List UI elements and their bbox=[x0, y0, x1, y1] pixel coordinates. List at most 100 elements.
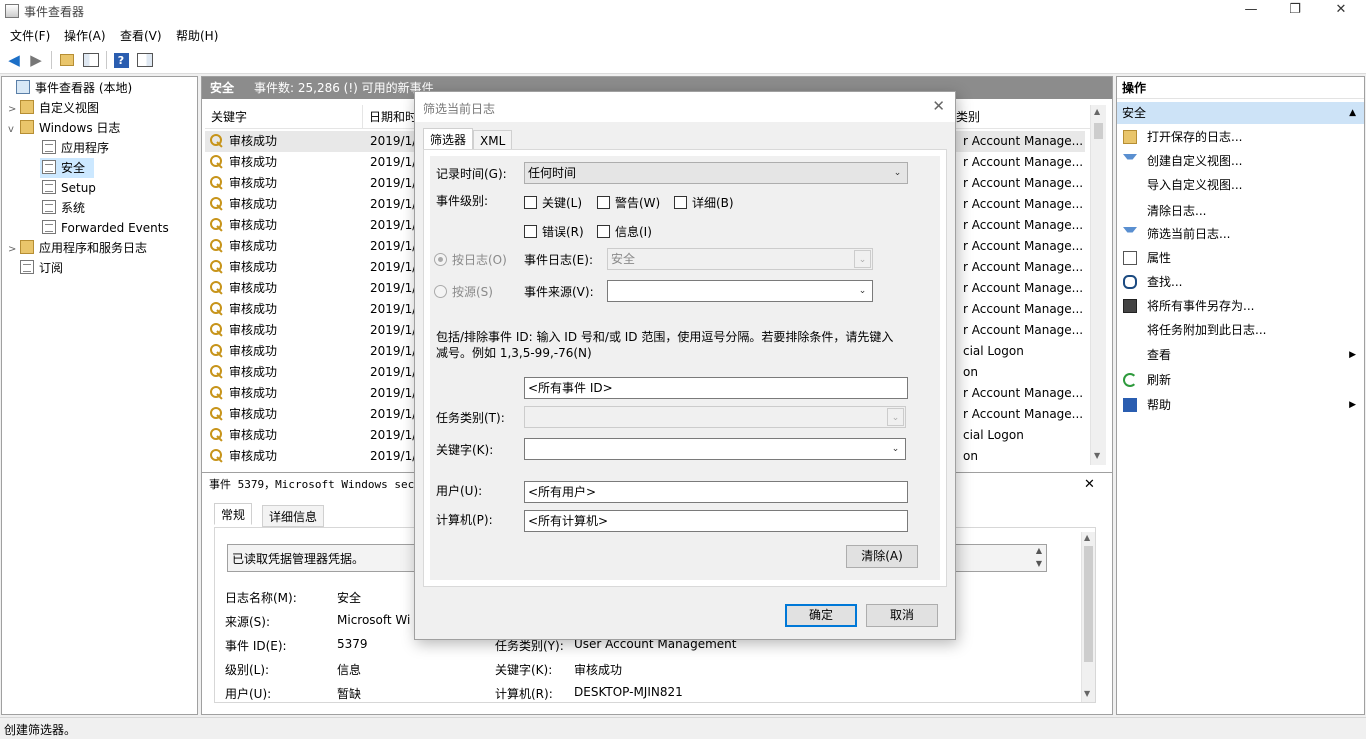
level-warning-checkbox[interactable] bbox=[597, 196, 610, 209]
action-item[interactable]: 帮助 ▶ bbox=[1117, 393, 1364, 417]
show-hide-action-pane-icon[interactable] bbox=[135, 50, 155, 70]
by-log-radio[interactable] bbox=[434, 253, 447, 266]
tree-item-security[interactable]: 安全 bbox=[40, 158, 94, 178]
tree-item-custom-views[interactable]: > 自定义视图 bbox=[8, 98, 99, 118]
chevron-down-icon[interactable]: ⌄ bbox=[887, 440, 904, 458]
action-item[interactable]: 刷新 bbox=[1117, 368, 1364, 392]
scroll-down-arrow-icon[interactable]: ▼ bbox=[1094, 451, 1100, 460]
chevron-down-icon[interactable]: ⌄ bbox=[854, 250, 871, 268]
status-text: 创建筛选器。 bbox=[4, 723, 77, 737]
level-verbose-checkbox[interactable] bbox=[674, 196, 687, 209]
by-source-radio[interactable] bbox=[434, 285, 447, 298]
action-item[interactable]: 查找... bbox=[1117, 270, 1364, 294]
clear-button[interactable]: 清除(A) bbox=[846, 545, 918, 568]
menu-help[interactable]: 帮助(H) bbox=[176, 27, 218, 44]
action-item[interactable]: 打开保存的日志... bbox=[1117, 125, 1364, 149]
action-item[interactable]: 属性 bbox=[1117, 246, 1364, 270]
computer-input[interactable]: <所有计算机> bbox=[524, 510, 908, 532]
close-details-icon[interactable]: ✕ bbox=[1084, 473, 1095, 497]
tree-item-forwarded-events[interactable]: Forwarded Events bbox=[30, 218, 169, 238]
event-ids-input[interactable]: <所有事件 ID> bbox=[524, 377, 908, 399]
chevron-down-icon[interactable]: ⌄ bbox=[889, 164, 906, 182]
tab-general[interactable]: 常规 bbox=[214, 503, 253, 525]
action-item[interactable]: 查看 ▶ bbox=[1117, 343, 1364, 367]
scrollbar-thumb[interactable] bbox=[1084, 546, 1093, 662]
level-label: 级别(L): bbox=[225, 663, 270, 677]
tree-item-setup[interactable]: Setup bbox=[30, 178, 96, 198]
cancel-button[interactable]: 取消 bbox=[866, 604, 938, 627]
log-icon bbox=[42, 200, 56, 214]
forward-icon[interactable]: ▶ bbox=[26, 50, 46, 70]
chevron-right-icon[interactable]: > bbox=[8, 240, 20, 260]
row-date: 2019/1/ bbox=[370, 239, 417, 253]
key-icon bbox=[210, 344, 224, 358]
details-scrollbar[interactable]: ▲ ▼ bbox=[1081, 532, 1095, 702]
tree-item-root[interactable]: 事件查看器 (本地) bbox=[4, 78, 132, 98]
action-item[interactable]: 将所有事件另存为... bbox=[1117, 294, 1364, 318]
help-icon[interactable]: ? bbox=[111, 50, 131, 70]
event-logs-select[interactable]: 安全 ⌄ bbox=[607, 248, 873, 270]
restore-button[interactable]: ❐ bbox=[1272, 0, 1318, 22]
row-category: r Account Manage... bbox=[963, 302, 1084, 316]
events-scrollbar[interactable]: ▲ ▼ bbox=[1090, 105, 1106, 465]
scroll-down-arrow-icon[interactable]: ▼ bbox=[1084, 689, 1090, 698]
scroll-up-arrow-icon[interactable]: ▲ bbox=[1084, 533, 1090, 542]
level-error-checkbox[interactable] bbox=[524, 225, 537, 238]
column-keyword[interactable]: 关键字 bbox=[205, 105, 363, 129]
collapse-arrow-icon[interactable]: ▲ bbox=[1349, 102, 1356, 124]
logged-select[interactable]: 任何时间 ⌄ bbox=[524, 162, 908, 184]
by-log-label: 按日志(O) bbox=[452, 253, 507, 267]
chevron-right-icon[interactable]: > bbox=[8, 100, 20, 120]
level-critical-checkbox[interactable] bbox=[524, 196, 537, 209]
scroll-up-arrow-icon[interactable]: ▲ bbox=[1094, 107, 1100, 116]
chevron-down-icon[interactable]: ⌄ bbox=[854, 282, 871, 300]
actions-section-security[interactable]: 安全 ▲ bbox=[1117, 102, 1364, 124]
action-item[interactable]: 导入自定义视图... bbox=[1117, 173, 1364, 197]
tree-item-application[interactable]: 应用程序 bbox=[30, 138, 109, 158]
action-item[interactable]: 将任务附加到此日志... bbox=[1117, 318, 1364, 342]
level-error-label: 错误(R) bbox=[542, 225, 584, 239]
dialog-close-icon[interactable]: ✕ bbox=[932, 97, 945, 115]
row-keyword: 审核成功 bbox=[229, 239, 278, 253]
action-label: 查看 bbox=[1147, 348, 1172, 362]
message-scroll-up-icon[interactable]: ▲ bbox=[1036, 546, 1042, 555]
tree-item-system[interactable]: 系统 bbox=[30, 198, 85, 218]
tree-item-subscriptions[interactable]: 订阅 bbox=[8, 258, 63, 278]
event-sources-select[interactable]: ⌄ bbox=[607, 280, 873, 302]
up-folder-icon[interactable] bbox=[57, 50, 77, 70]
action-item[interactable]: 筛选当前日志... bbox=[1117, 222, 1364, 246]
user-input[interactable]: <所有用户> bbox=[524, 481, 908, 503]
show-hide-tree-icon[interactable] bbox=[81, 50, 101, 70]
minimize-button[interactable]: — bbox=[1228, 0, 1274, 22]
help-icon bbox=[1123, 398, 1137, 412]
row-keyword: 审核成功 bbox=[229, 197, 278, 211]
action-label: 属性 bbox=[1147, 251, 1172, 265]
close-button[interactable]: ✕ bbox=[1318, 0, 1364, 22]
tab-details[interactable]: 详细信息 bbox=[262, 505, 325, 527]
menu-action[interactable]: 操作(A) bbox=[64, 27, 106, 44]
menu-view[interactable]: 查看(V) bbox=[120, 27, 162, 44]
tree-item-app-service-logs[interactable]: > 应用程序和服务日志 bbox=[8, 238, 147, 258]
column-category[interactable]: 类别 bbox=[950, 105, 1090, 129]
action-label: 帮助 bbox=[1147, 398, 1172, 412]
row-keyword: 审核成功 bbox=[229, 365, 278, 379]
chevron-down-icon[interactable]: ⌄ bbox=[887, 408, 904, 426]
action-item[interactable]: 清除日志... bbox=[1117, 199, 1364, 223]
task-category-select[interactable]: ⌄ bbox=[524, 406, 906, 428]
chevron-down-icon[interactable]: v bbox=[8, 120, 20, 140]
ok-button[interactable]: 确定 bbox=[785, 604, 857, 627]
row-category: r Account Manage... bbox=[963, 260, 1084, 274]
key-icon bbox=[210, 302, 224, 316]
tab-xml[interactable]: XML bbox=[473, 130, 513, 150]
row-keyword: 审核成功 bbox=[229, 386, 278, 400]
scrollbar-thumb[interactable] bbox=[1094, 123, 1103, 139]
tab-filter[interactable]: 筛选器 bbox=[423, 128, 474, 150]
message-scroll-down-icon[interactable]: ▼ bbox=[1036, 559, 1042, 568]
action-item[interactable]: 创建自定义视图... bbox=[1117, 149, 1364, 173]
keywords-select[interactable]: ⌄ bbox=[524, 438, 906, 460]
menu-file[interactable]: 文件(F) bbox=[10, 27, 50, 44]
level-information-checkbox[interactable] bbox=[597, 225, 610, 238]
back-icon[interactable]: ◀ bbox=[4, 50, 24, 70]
tree-item-windows-logs[interactable]: v Windows 日志 bbox=[8, 118, 120, 138]
key-icon bbox=[210, 281, 224, 295]
